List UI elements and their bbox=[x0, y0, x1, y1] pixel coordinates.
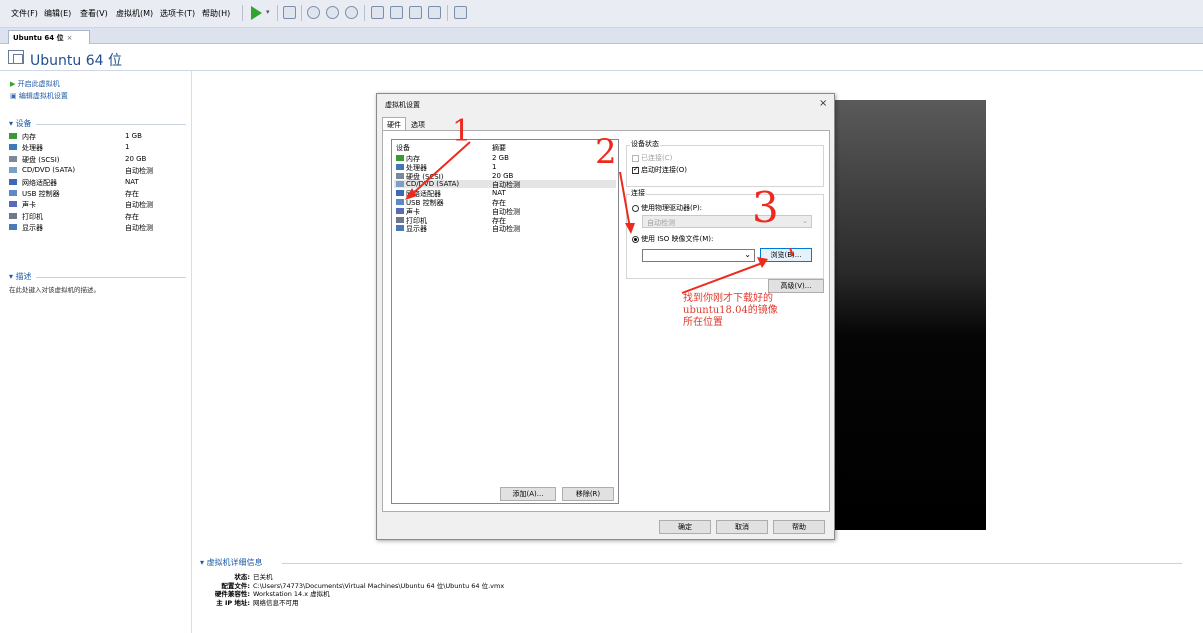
annotation-arrow-3 bbox=[789, 247, 794, 257]
annotation-note-line: 找到你刚才下载好的 bbox=[683, 293, 773, 304]
annotation-arrow-2 bbox=[619, 171, 631, 229]
annotation-arrow-1 bbox=[409, 141, 471, 197]
arrowhead-note bbox=[757, 257, 768, 268]
annotation-number-2: 2 bbox=[595, 132, 617, 172]
annotation-layer bbox=[405, 141, 794, 294]
annotation-note-line: ubuntu18.04的镜像 bbox=[683, 305, 778, 316]
annotation-number-1: 1 bbox=[452, 114, 472, 149]
arrowhead-2 bbox=[625, 223, 635, 234]
annotation-note-line: 所在位置 bbox=[683, 317, 723, 328]
annotation-note: 找到你刚才下载好的 ubuntu18.04的镜像 所在位置 bbox=[683, 293, 778, 329]
annotation-number-3: 3 bbox=[752, 183, 779, 232]
annotation-arrow-note bbox=[681, 261, 766, 294]
arrowhead-1 bbox=[405, 188, 417, 200]
